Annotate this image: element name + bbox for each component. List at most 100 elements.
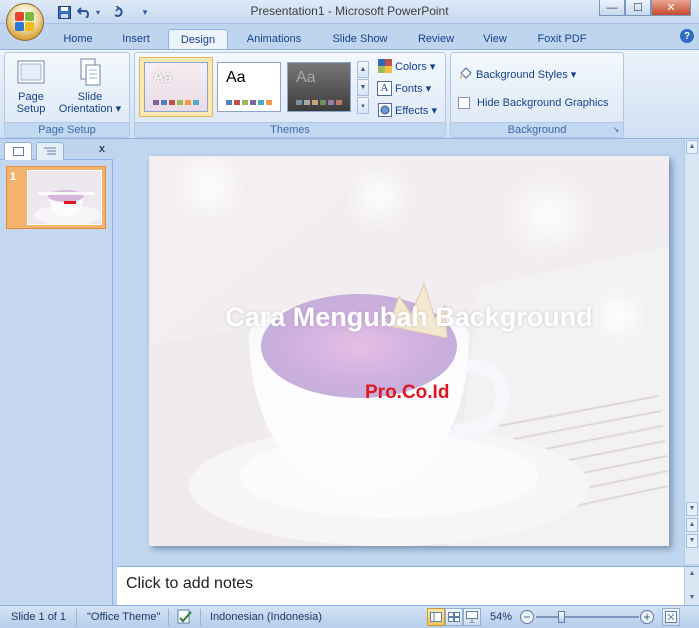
office-button[interactable] (6, 3, 44, 41)
theme-current-colors (153, 100, 199, 105)
page-setup-label-2: Setup (16, 103, 46, 115)
slide-sorter-view-button[interactable] (445, 608, 463, 626)
theme-current-thumbnail[interactable]: Aa (144, 62, 208, 112)
gallery-more-icon[interactable]: ▾ (357, 97, 369, 114)
vertical-scrollbar[interactable]: ▲ ▼ ▲ ▼ (684, 139, 699, 564)
close-button[interactable]: ✕ (651, 0, 691, 16)
next-slide-icon[interactable]: ▼ (686, 534, 698, 548)
slide-thumbnail-number: 1 (10, 171, 17, 183)
scroll-down-icon[interactable]: ▼ (686, 502, 698, 516)
gallery-scroll-down-icon[interactable]: ▼ (357, 79, 369, 96)
spell-check-icon[interactable] (176, 609, 194, 628)
background-group: Background Styles ▾ Hide Background Grap… (450, 52, 624, 138)
tab-review[interactable]: Review (404, 29, 468, 50)
slide-orientation-label-2: Orientation ▾ (58, 103, 122, 115)
background-styles-label: Background Styles ▾ (476, 68, 577, 81)
paint-bucket-icon (458, 66, 473, 82)
scroll-up-icon[interactable]: ▲ (686, 140, 698, 154)
outline-tab[interactable] (36, 142, 64, 160)
tab-animations[interactable]: Animations (232, 29, 316, 50)
ribbon: Page Setup Slide Orientation ▾ Page Setu… (0, 49, 699, 139)
tab-insert[interactable]: Insert (108, 29, 164, 50)
fit-to-window-icon (665, 611, 677, 623)
theme-colors-button[interactable]: Colors ▾ (377, 57, 435, 75)
minimize-button[interactable]: — (599, 0, 625, 16)
colors-label: Colors ▾ (395, 60, 436, 73)
maximize-button[interactable]: ☐ (625, 0, 651, 16)
theme-office-aa: Aa (226, 69, 246, 86)
theme-office-thumbnail[interactable]: Aa (217, 62, 281, 112)
help-icon[interactable]: ? (680, 29, 694, 43)
hide-background-graphics-label: Hide Background Graphics (477, 97, 609, 109)
zoom-slider-track[interactable] (536, 616, 639, 618)
status-bar: Slide 1 of 1 "Office Theme" Indonesian (… (0, 605, 699, 628)
zoom-level[interactable]: 54% (490, 611, 512, 623)
slides-tab[interactable] (4, 142, 32, 160)
notes-pane[interactable]: Click to add notes ▲ ▼ (117, 566, 699, 606)
theme-name-status[interactable]: "Office Theme" (87, 611, 160, 623)
tab-view[interactable]: View (470, 29, 520, 50)
page-setup-icon (16, 57, 46, 87)
language-status[interactable]: Indonesian (Indonesia) (210, 611, 322, 623)
slide-thumbnail-preview (27, 170, 102, 225)
status-divider (76, 609, 77, 626)
tab-foxit-pdf[interactable]: Foxit PDF (524, 29, 600, 50)
effects-label: Effects ▾ (395, 104, 438, 117)
theme-dark-thumbnail[interactable]: Aa (287, 62, 351, 112)
normal-view-icon (430, 612, 442, 622)
status-divider (200, 609, 201, 626)
colors-icon (377, 59, 392, 74)
theme-current-aa: Aa (153, 69, 173, 86)
background-group-label: Background (451, 122, 623, 137)
page-setup-label-1: Page (18, 91, 44, 103)
notes-scroll-down-icon[interactable]: ▼ (686, 592, 698, 604)
fonts-icon: A (377, 80, 392, 96)
gallery-scroll-up-icon[interactable]: ▲ (357, 61, 369, 78)
slide-show-icon (466, 611, 478, 623)
themes-group: Aa Aa Aa ▲ ▼ ▾ Colors ▾ A Fonts ▾ Effect… (134, 52, 446, 138)
fonts-label: Fonts ▾ (395, 82, 432, 95)
background-styles-button[interactable]: Background Styles ▾ (458, 65, 576, 83)
slide-orientation-label-1: Slide (77, 91, 103, 103)
tab-slide-show[interactable]: Slide Show (320, 29, 400, 50)
notes-placeholder[interactable]: Click to add notes (126, 575, 253, 593)
slide-show-view-button[interactable] (463, 608, 481, 626)
previous-slide-icon[interactable]: ▲ (686, 518, 698, 532)
slide-sorter-icon (448, 612, 460, 622)
tab-design[interactable]: Design (168, 29, 228, 50)
slides-tab-icon (12, 147, 24, 156)
theme-dark-aa: Aa (296, 69, 316, 86)
office-logo-icon (15, 12, 35, 32)
theme-fonts-button[interactable]: A Fonts ▾ (377, 79, 431, 97)
theme-effects-button[interactable]: Effects ▾ (377, 101, 437, 119)
window-title: Presentation1 - Microsoft PowerPoint (250, 4, 449, 18)
page-setup-button[interactable]: Page Setup (11, 57, 51, 115)
page-setup-group-label: Page Setup (5, 122, 129, 137)
theme-dark-colors (296, 100, 342, 105)
slide-background-image (149, 156, 669, 546)
theme-office-colors (226, 100, 272, 105)
slide-title[interactable]: Cara Mengubah Background (149, 302, 669, 333)
fit-to-window-button[interactable] (662, 608, 680, 626)
hide-background-graphics-toggle[interactable]: Hide Background Graphics (458, 94, 608, 112)
zoom-in-icon[interactable]: + (640, 610, 654, 624)
normal-view-button[interactable] (427, 608, 445, 626)
slides-pane-tabs: x (0, 139, 113, 160)
slide-orientation-button[interactable]: Slide Orientation ▾ (53, 57, 127, 115)
tab-home[interactable]: Home (50, 29, 106, 50)
slides-pane: x 1 (0, 139, 113, 605)
slide-thumbnail-item[interactable]: 1 (6, 166, 106, 229)
notes-scroll-up-icon[interactable]: ▲ (686, 568, 698, 580)
hide-background-graphics-checkbox[interactable] (458, 97, 470, 109)
slide-count-status[interactable]: Slide 1 of 1 (11, 611, 66, 623)
slide-canvas[interactable]: Cara Mengubah Background Pro.Co.Id (149, 156, 669, 546)
close-pane-button[interactable]: x (99, 143, 105, 155)
zoom-out-icon[interactable]: − (520, 610, 534, 624)
slide-subtitle[interactable]: Pro.Co.Id (365, 382, 449, 404)
slide-editing-area: Cara Mengubah Background Pro.Co.Id ▲ ▼ ▲… (117, 139, 699, 564)
zoom-slider-thumb[interactable] (558, 611, 566, 623)
ribbon-tabs: Home Insert Design Animations Slide Show… (0, 24, 699, 50)
dialog-launcher-icon[interactable]: ↘ (611, 125, 621, 135)
notes-scrollbar[interactable]: ▲ ▼ (684, 567, 699, 606)
themes-group-label: Themes (135, 122, 445, 137)
